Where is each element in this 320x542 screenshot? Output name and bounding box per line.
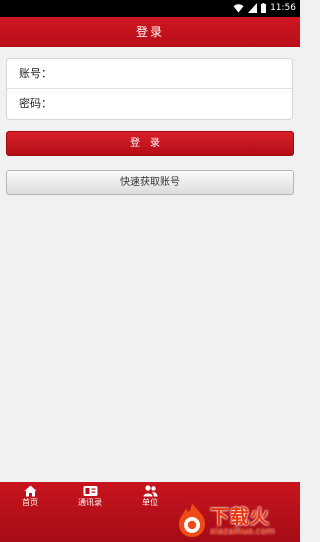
login-button-label: 登录 (130, 138, 170, 149)
home-icon (24, 485, 36, 497)
watermark-url: xiazaihuo.com (210, 527, 275, 537)
nav-item-contacts[interactable]: 通讯录 (60, 482, 120, 542)
contacts-icon (83, 486, 97, 496)
nav-label-unit: 单位 (142, 498, 158, 507)
login-form: 账号： 密码： (6, 58, 293, 120)
status-icons: 11:56 (233, 3, 296, 13)
watermark: 下载火 xiazaihuo.com (176, 502, 298, 542)
flame-logo-icon (179, 503, 205, 537)
password-input[interactable] (56, 90, 292, 118)
status-bar: 11:56 (0, 0, 300, 17)
account-input[interactable] (56, 59, 292, 88)
battery-icon (261, 3, 267, 13)
watermark-brand: 下载火 (210, 506, 271, 528)
nav-label-contacts: 通讯录 (78, 498, 102, 507)
title-bar: 登录 (0, 17, 300, 47)
nav-item-unit[interactable]: 单位 (120, 482, 180, 542)
quick-account-button-label: 快速获取账号 (120, 177, 180, 188)
wifi-icon (233, 4, 244, 13)
page-title: 登录 (135, 25, 164, 39)
password-label: 密码： (19, 97, 52, 110)
signal-icon (248, 3, 258, 13)
account-row: 账号： (7, 59, 292, 89)
login-button[interactable]: 登录 (6, 131, 294, 156)
account-label: 账号： (19, 66, 52, 80)
password-row: 密码： (7, 89, 292, 119)
status-time: 11:56 (270, 3, 296, 13)
quick-account-button[interactable]: 快速获取账号 (6, 170, 294, 195)
nav-label-home: 首页 (22, 498, 38, 507)
people-icon (143, 485, 157, 497)
nav-item-home[interactable]: 首页 (0, 482, 60, 542)
